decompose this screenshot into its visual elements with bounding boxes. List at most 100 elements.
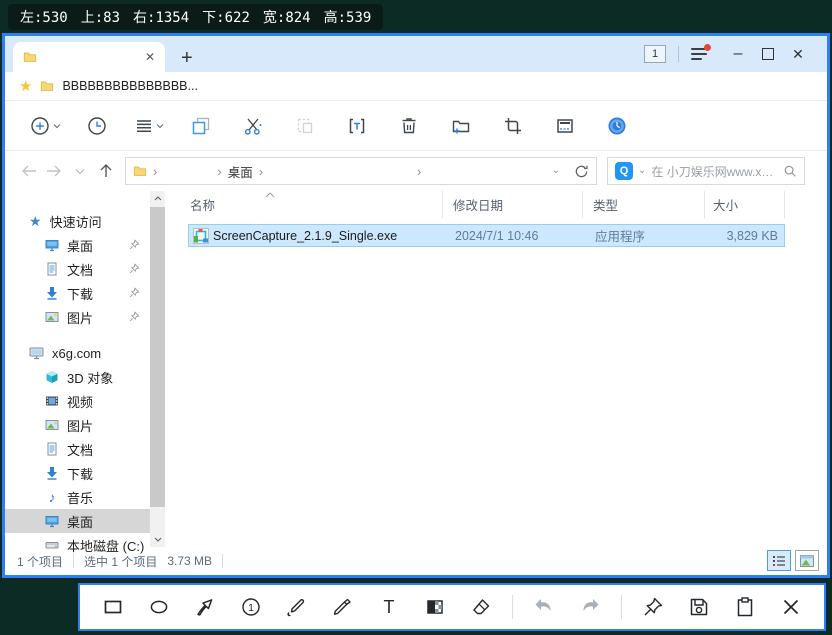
column-header-modified[interactable]: 修改日期 [443, 191, 583, 218]
coord-width: 宽:824 [262, 10, 311, 26]
download-arrow-icon [45, 466, 59, 480]
thumbnail-view-button[interactable] [795, 550, 819, 571]
marker-tool[interactable] [328, 592, 358, 622]
back-button[interactable] [15, 164, 41, 178]
sidebar-item-this-pc[interactable]: x6g.com [5, 341, 150, 365]
pin-icon [129, 239, 140, 250]
sidebar-label: 快速访问 [49, 214, 102, 230]
sort-view-button[interactable] [123, 118, 175, 134]
eraser-tool[interactable] [466, 592, 496, 622]
menu-icon[interactable] [691, 44, 711, 60]
close-window-button[interactable]: ✕ [783, 36, 813, 72]
sidebar-item-pictures[interactable]: 图片 [5, 413, 150, 437]
file-row-selected[interactable]: ScreenCapture_2.1.9_Single.exe 2024/7/1 … [188, 224, 785, 247]
folder-icon [133, 164, 147, 178]
search-box[interactable]: Q ⌄ 在 小刀娱乐网www.x6... [607, 157, 805, 185]
rename-button[interactable] [331, 116, 383, 136]
sidebar-scrollbar[interactable] [150, 191, 165, 547]
column-header-type[interactable]: 类型 [583, 191, 705, 218]
select-button[interactable] [487, 116, 539, 136]
ellipse-tool[interactable] [144, 592, 174, 622]
sidebar-item-videos[interactable]: 视频 [5, 389, 150, 413]
copy-button[interactable] [175, 116, 227, 136]
capture-toolbar: 1 T [78, 583, 826, 631]
pin-tool[interactable] [638, 592, 668, 622]
sidebar-item-desktop-qa[interactable]: 桌面 [5, 233, 150, 257]
sidebar-item-music[interactable]: ♪ 音乐 [5, 485, 150, 509]
arrow-tool[interactable] [190, 592, 220, 622]
text-tool[interactable]: T [374, 592, 404, 622]
mosaic-tool[interactable] [420, 592, 450, 622]
tab-count-badge[interactable]: 1 [644, 45, 666, 63]
crop-icon [503, 116, 523, 136]
details-pane-button[interactable] [539, 116, 591, 136]
file-name[interactable]: ScreenCapture_2.1.9_Single.exe [213, 229, 397, 243]
desktop-icon [45, 514, 59, 528]
coord-left: 左:530 [20, 10, 68, 26]
number-badge-tool[interactable]: 1 [236, 592, 266, 622]
sidebar-item-documents-qa[interactable]: 文档 [5, 257, 150, 281]
new-tab-button[interactable]: + [181, 48, 193, 68]
circle-plus-icon [30, 116, 50, 136]
recent-button[interactable] [71, 116, 123, 136]
search-icon[interactable] [783, 164, 797, 178]
clipboard-button[interactable] [730, 592, 760, 622]
new-folder-button[interactable] [435, 116, 487, 136]
address-dropdown-icon[interactable]: ⌄ [552, 166, 560, 176]
undo-button[interactable] [529, 592, 559, 622]
favorite-folder-label[interactable]: BBBBBBBBBBBBBBB... [62, 79, 197, 93]
paste-button[interactable] [279, 116, 331, 136]
scrollbar-thumb[interactable] [150, 207, 165, 507]
panel-icon [555, 116, 575, 136]
status-bar: 1 个项目 选中 1 个项目 3.73 MB [5, 547, 827, 575]
nav-buttons [5, 163, 119, 179]
maximize-button[interactable] [753, 36, 783, 72]
tab-bar: ✕ + 1 – ✕ [5, 36, 827, 72]
film-icon [45, 394, 59, 408]
sidebar-item-documents[interactable]: 文档 [5, 437, 150, 461]
column-header-size[interactable]: 大小 [705, 191, 785, 218]
sidebar-item-pictures-qa[interactable]: 图片 [5, 305, 150, 329]
sort-ascending-icon [265, 192, 275, 198]
up-button[interactable] [93, 163, 119, 179]
coord-height: 高:539 [323, 10, 372, 26]
picture-icon [45, 418, 59, 432]
sidebar-item-downloads-qa[interactable]: 下载 [5, 281, 150, 305]
minimize-button[interactable]: – [723, 36, 753, 72]
sidebar-label: 文档 [67, 262, 94, 278]
search-engine-icon[interactable]: Q [615, 162, 633, 180]
tab-close-icon[interactable]: ✕ [145, 51, 155, 63]
close-capture-button[interactable] [776, 592, 806, 622]
cut-button[interactable] [227, 116, 279, 136]
pin-icon [129, 287, 140, 298]
sidebar-item-quick-access[interactable]: ★ 快速访问 [5, 209, 150, 233]
column-header-name[interactable]: 名称 [165, 191, 443, 218]
details-view-button[interactable] [767, 550, 791, 571]
chevron-down-icon [156, 123, 164, 129]
explorer-tab[interactable]: ✕ [13, 42, 165, 72]
save-button[interactable] [684, 592, 714, 622]
sidebar-item-3d-objects[interactable]: 3D 对象 [5, 365, 150, 389]
pen-tool[interactable] [282, 592, 312, 622]
app-logo-button[interactable] [591, 116, 643, 136]
address-bar[interactable]: › › 桌面 › › ⌄ [125, 157, 597, 185]
quick-access-star-icon: ★ [29, 213, 42, 229]
sidebar-item-desktop[interactable]: 桌面 [5, 509, 150, 533]
selected-size: 3.73 MB [167, 554, 213, 568]
forward-button[interactable] [41, 164, 67, 178]
delete-button[interactable] [383, 116, 435, 136]
breadcrumb-desktop[interactable]: 桌面 [228, 162, 253, 181]
favorite-star-icon[interactable]: ★ [19, 79, 32, 94]
search-dropdown-icon[interactable]: ⌄ [638, 166, 646, 176]
coord-right: 右:1354 [133, 10, 190, 26]
sidebar-item-downloads[interactable]: 下载 [5, 461, 150, 485]
new-item-button[interactable] [19, 116, 71, 136]
recent-locations-button[interactable] [67, 168, 93, 175]
scroll-up-icon[interactable] [150, 191, 165, 206]
redo-button[interactable] [575, 592, 605, 622]
desktop-icon [45, 238, 59, 252]
scroll-down-icon[interactable] [150, 532, 165, 547]
rectangle-tool[interactable] [98, 592, 128, 622]
sidebar-label: 文档 [67, 442, 94, 458]
refresh-icon[interactable] [574, 164, 589, 179]
